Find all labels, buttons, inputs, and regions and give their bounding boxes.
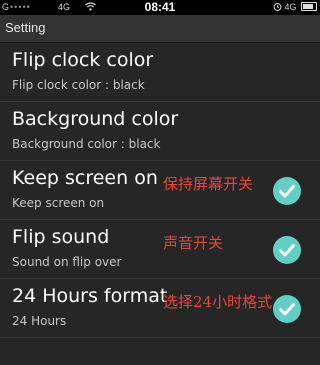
setting-title: Background color: [12, 108, 179, 130]
setting-flip-sound[interactable]: Flip sound 声音开关 Sound on flip over: [0, 220, 320, 279]
setting-summary: Sound on flip over: [12, 255, 122, 269]
setting-title: 24 Hours format: [12, 285, 168, 307]
setting-keep-screen-on[interactable]: Keep screen on 保持屏幕开关 Keep screen on: [0, 161, 320, 220]
checkmark-icon[interactable]: [273, 295, 301, 323]
setting-note: 声音开关: [163, 234, 224, 252]
network-type-right: 4G: [284, 2, 297, 12]
status-bar: G••••• 4G 08:41 4G: [0, 0, 320, 15]
setting-summary: 24 Hours: [12, 314, 67, 328]
battery-icon: [301, 2, 317, 11]
setting-title: Keep screen on: [12, 167, 158, 189]
alarm-icon: [273, 2, 282, 13]
setting-24-hours-format[interactable]: 24 Hours format 选择24小时格式 24 Hours: [0, 279, 320, 338]
settings-screen: G••••• 4G 08:41 4G Setting Flip clock co…: [0, 0, 320, 365]
setting-title: Flip sound: [12, 226, 110, 248]
setting-summary: Background color : black: [12, 137, 161, 151]
checkmark-icon[interactable]: [273, 177, 301, 205]
setting-note: 选择24小时格式: [163, 293, 273, 311]
setting-background-color[interactable]: Background color Background color : blac…: [0, 102, 320, 161]
setting-title: Flip clock color: [12, 49, 154, 71]
checkmark-icon[interactable]: [273, 236, 301, 264]
page-title: Setting: [5, 20, 46, 35]
setting-note: 保持屏幕开关: [163, 175, 254, 193]
setting-flip-clock-color[interactable]: Flip clock color Flip clock color : blac…: [0, 43, 320, 102]
app-header: Setting: [0, 15, 320, 43]
setting-summary: Keep screen on: [12, 196, 105, 210]
status-right-group: 4G: [273, 2, 317, 13]
setting-summary: Flip clock color : black: [12, 78, 145, 92]
